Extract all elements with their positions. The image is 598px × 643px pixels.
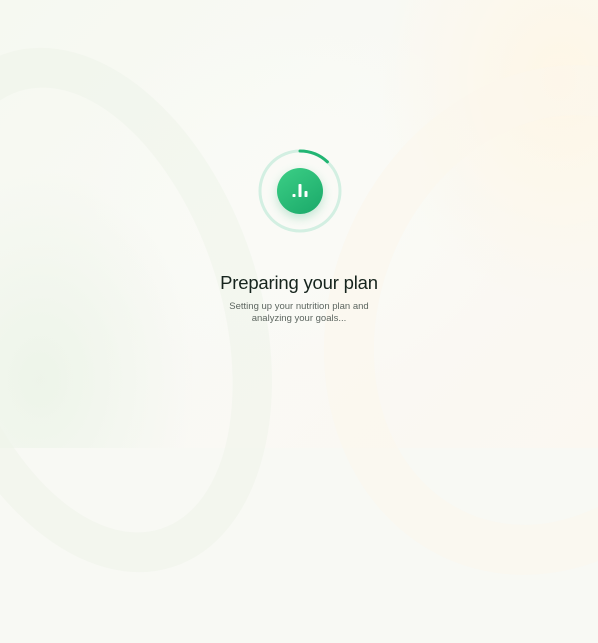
bar-chart-icon bbox=[292, 184, 308, 197]
status-message-line-2: analyzing your goals... bbox=[251, 313, 347, 324]
page-title: Preparing your plan bbox=[220, 272, 378, 293]
status-message: Setting up your nutrition plan and analy… bbox=[199, 301, 399, 325]
status-message-line-1: Setting up your nutrition plan and bbox=[229, 301, 369, 312]
app-logo bbox=[277, 168, 323, 214]
loading-spinner bbox=[257, 148, 343, 234]
